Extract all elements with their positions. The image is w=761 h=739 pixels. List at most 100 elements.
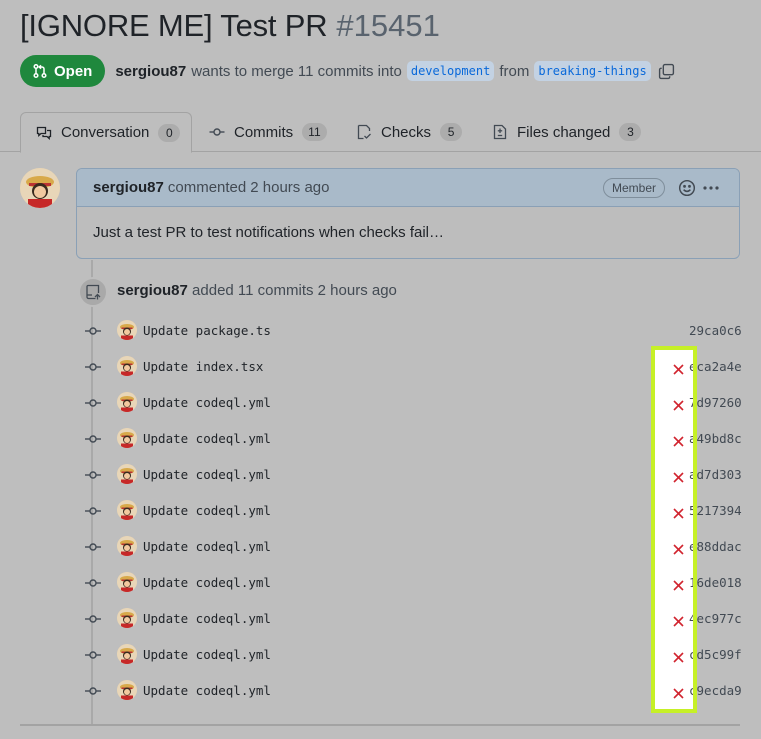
commit-message-link[interactable]: Update codeql.yml (143, 395, 271, 410)
status-highlight-box: eca2a4e 7d97260 a49bd8c ad7d303 5217394 e88dd… (651, 346, 697, 713)
event-text: added 11 commits (192, 282, 314, 299)
copy-icon[interactable] (658, 63, 675, 80)
commit-message-link[interactable]: Update codeql.yml (143, 575, 271, 590)
commit-author-avatar[interactable] (117, 680, 137, 700)
commit-message-link[interactable]: Update codeql.yml (143, 431, 271, 446)
tab-conversation-count: 0 (158, 123, 181, 142)
commit-sha-link[interactable]: 16de018 (689, 575, 693, 590)
commit-sha-link[interactable]: 7d97260 (689, 395, 693, 410)
commit-sha-link[interactable]: ad7d303 (689, 467, 693, 482)
commit-message-link[interactable]: Update codeql.yml (143, 683, 271, 698)
x-icon[interactable] (673, 506, 684, 519)
commit-author-avatar[interactable] (117, 320, 137, 340)
commit-message-link[interactable]: Update codeql.yml (143, 539, 271, 554)
event-timestamp[interactable]: 2 hours ago (318, 282, 397, 299)
commit-author-avatar[interactable] (117, 500, 137, 520)
comment-action: commented (167, 179, 247, 196)
commit-message-link[interactable]: Update package.ts (143, 323, 271, 338)
commit-author-avatar[interactable] (117, 464, 137, 484)
comment-author-link[interactable]: sergiou87 (93, 179, 164, 196)
checklist-icon (357, 124, 371, 140)
comment-card: sergiou87 commented 2 hours ago Member J… (76, 168, 740, 259)
comment-timestamp[interactable]: 2 hours ago (250, 179, 329, 196)
x-icon[interactable] (673, 434, 684, 447)
git-commit-icon (85, 684, 101, 698)
git-commit-icon (85, 504, 101, 518)
kebab-horizontal-icon[interactable] (701, 179, 721, 197)
tab-files-changed[interactable]: Files changed 3 (492, 112, 642, 152)
commit-row: Update codeql.yml 4ec977c (0, 601, 761, 637)
commit-list: Update package.ts 29ca0c6 Update index.tsx… (0, 313, 761, 709)
tab-files-changed-label: Files changed (517, 123, 611, 141)
commit-message-link[interactable]: Update codeql.yml (143, 647, 271, 662)
base-branch-label[interactable]: development (406, 61, 495, 81)
x-icon[interactable] (673, 614, 684, 627)
pr-tabs: Conversation 0 Commits 11 Checks 5 Files… (0, 112, 761, 153)
x-icon[interactable] (673, 362, 684, 375)
x-icon[interactable] (673, 686, 684, 699)
commit-row: Update codeql.yml ad7d303 (0, 457, 761, 493)
git-commit-icon (85, 360, 101, 374)
commit-sha-link[interactable]: eca2a4e (689, 359, 693, 374)
commit-row: Update index.tsx eca2a4e (0, 349, 761, 385)
commit-sha-link[interactable]: 4ec977c (689, 611, 693, 626)
commit-sha-link[interactable]: e88ddac (689, 539, 693, 554)
x-icon[interactable] (673, 398, 684, 411)
commit-author-avatar[interactable] (117, 356, 137, 376)
commit-row: Update package.ts 29ca0c6 (0, 313, 761, 349)
tab-commits-count: 11 (302, 123, 327, 141)
pr-state-label: Open (54, 62, 93, 80)
commit-row: Update codeql.yml 16de018 (0, 565, 761, 601)
pr-title-row: [IGNORE ME] Test PR #15451 (20, 8, 440, 48)
commit-sha-link[interactable]: a49bd8c (689, 431, 693, 446)
commit-author-avatar[interactable] (117, 644, 137, 664)
x-icon[interactable] (673, 542, 684, 555)
git-commit-icon (85, 324, 101, 338)
smiley-icon[interactable] (678, 179, 696, 197)
x-icon[interactable] (673, 650, 684, 663)
commit-sha-link[interactable]: cd5c99f (689, 647, 693, 662)
commit-author-avatar[interactable] (117, 428, 137, 448)
git-commit-icon (85, 540, 101, 554)
x-icon[interactable] (673, 470, 684, 483)
tab-conversation[interactable]: Conversation 0 (20, 112, 192, 153)
tab-commits-label: Commits (234, 123, 294, 141)
git-commit-icon (85, 612, 101, 626)
commit-author-avatar[interactable] (117, 392, 137, 412)
pr-merge-summary: sergiou87 wants to merge 11 commits into… (115, 61, 674, 81)
head-branch-label[interactable]: breaking-things (534, 61, 651, 81)
git-commit-icon (85, 468, 101, 482)
x-icon[interactable] (673, 578, 684, 591)
commit-message-link[interactable]: Update codeql.yml (143, 611, 271, 626)
commit-sha-link[interactable]: 29ca0c6 (689, 323, 742, 338)
tab-commits[interactable]: Commits 11 (209, 112, 327, 152)
commit-sha-link[interactable]: 5217394 (689, 503, 693, 518)
tab-conversation-label: Conversation (61, 124, 150, 141)
git-commit-icon (85, 396, 101, 410)
tab-checks[interactable]: Checks 5 (356, 112, 463, 152)
git-commit-icon (85, 432, 101, 446)
commit-row: Update codeql.yml e88ddac (0, 529, 761, 565)
commit-row: Update codeql.yml 5217394 (0, 493, 761, 529)
pr-author-link[interactable]: sergiou87 (115, 63, 186, 80)
commit-author-avatar[interactable] (117, 608, 137, 628)
timeline-divider (20, 724, 740, 726)
commit-author-avatar[interactable] (117, 572, 137, 592)
event-author-link[interactable]: sergiou87 (117, 282, 188, 299)
comment-body: Just a test PR to test notifications whe… (93, 224, 444, 241)
commit-author-avatar[interactable] (117, 536, 137, 556)
comment-author-avatar[interactable] (20, 168, 60, 208)
tab-files-changed-count: 3 (619, 123, 642, 141)
commit-message-link[interactable]: Update codeql.yml (143, 467, 271, 482)
pr-state-badge: Open (20, 55, 106, 87)
commit-message-link[interactable]: Update codeql.yml (143, 503, 271, 518)
commits-added-event: sergiou87 added 11 commits 2 hours ago (117, 282, 397, 299)
comment-header: sergiou87 commented 2 hours ago Member (77, 169, 739, 207)
pr-title: [IGNORE ME] Test PR (20, 8, 328, 43)
commit-message-link[interactable]: Update index.tsx (143, 359, 263, 374)
pr-meta-row: Open sergiou87 wants to merge 11 commits… (20, 55, 675, 87)
git-commit-icon (85, 648, 101, 662)
git-pull-request-icon (33, 63, 47, 79)
tab-checks-label: Checks (381, 123, 432, 141)
commit-sha-link[interactable]: c9ecda9 (689, 683, 693, 698)
